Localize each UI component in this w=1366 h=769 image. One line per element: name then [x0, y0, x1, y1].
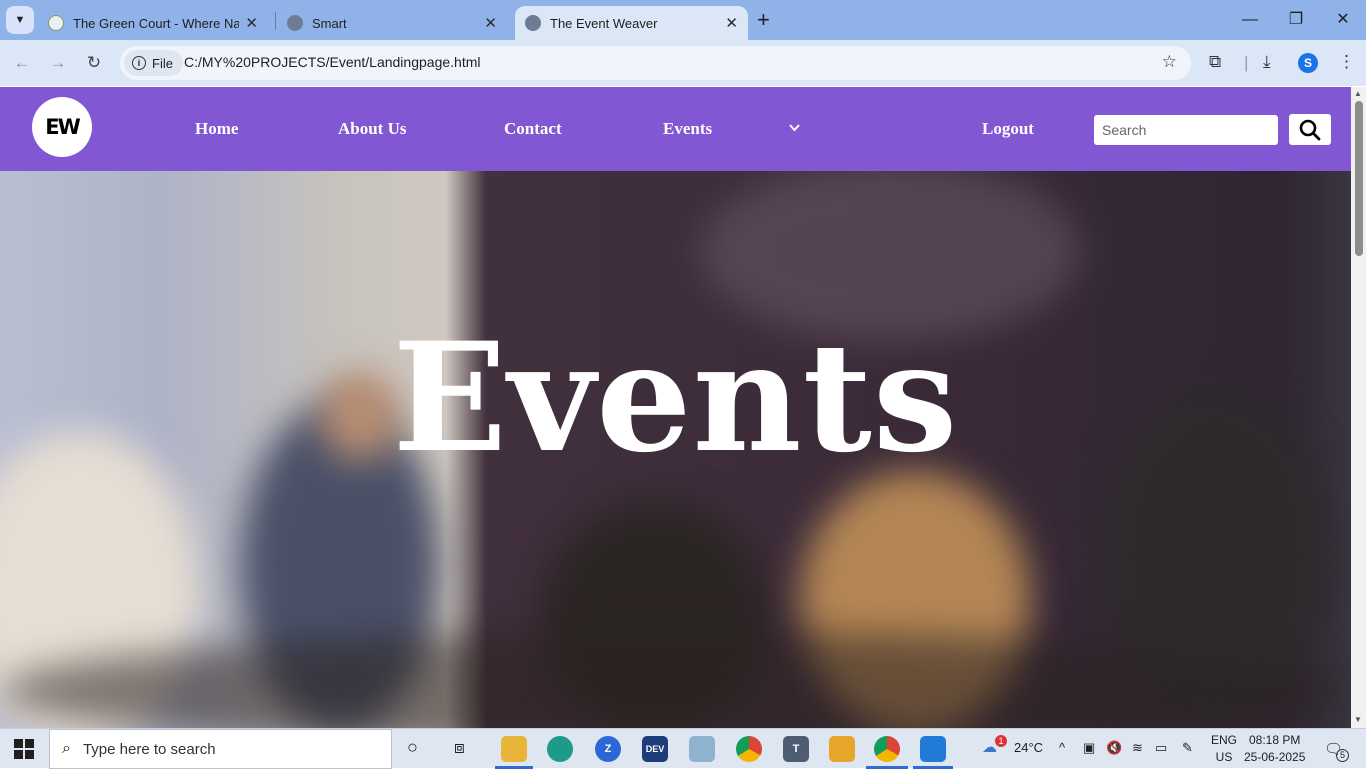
chevron-down-icon: ▼ [14, 14, 26, 26]
taskbar-search-box[interactable]: ⌕ Type here to search [49, 729, 392, 769]
nav-events-dropdown[interactable]: Events [663, 119, 712, 139]
teams-classic-icon[interactable]: T [783, 736, 809, 762]
site-info-chip[interactable]: i File [124, 50, 183, 76]
weather-badge: 1 [995, 735, 1007, 747]
tab-title: The Green Court - Where Natur [73, 15, 240, 31]
notification-count: 5 [1336, 749, 1349, 762]
restore-button[interactable]: ❐ [1273, 6, 1319, 34]
leaf-favicon-icon [48, 15, 64, 31]
globe-favicon-icon [287, 15, 303, 31]
windows-taskbar: ⌕ Type here to search ○ ⧈ Z DEV T ☁ 1 24… [0, 728, 1366, 769]
page-scrollbar[interactable]: ▲ ▼ [1351, 87, 1366, 728]
chrome-browser-icon[interactable] [736, 736, 762, 762]
clock-time: 08:18 PM [1249, 733, 1301, 747]
site-search-input[interactable] [1094, 115, 1278, 145]
battery-icon[interactable]: ▭ [1155, 740, 1167, 756]
tab-event-weaver[interactable]: The Event Weaver ✕ [515, 6, 748, 40]
back-button[interactable]: ← [10, 51, 34, 75]
volume-muted-icon[interactable]: 🔇 [1106, 740, 1122, 756]
clock-date: 25-06-2025 [1244, 750, 1306, 764]
notepad-app-icon[interactable] [689, 736, 715, 762]
edge-browser-icon[interactable] [547, 736, 573, 762]
globe-favicon-icon [525, 15, 541, 31]
language-indicator[interactable]: ENG US [1211, 732, 1237, 766]
nav-logout-link[interactable]: Logout [982, 119, 1034, 139]
forward-button[interactable]: → [46, 51, 70, 75]
taskbar-search-placeholder: Type here to search [82, 740, 216, 758]
scroll-down-icon[interactable]: ▼ [1354, 715, 1362, 724]
browser-tab-strip: ▼ The Green Court - Where Natur ✕ Smart … [0, 0, 1366, 40]
tray-overflow-chevron-icon[interactable]: ^ [1059, 740, 1065, 755]
keyboard-region: US [1215, 750, 1233, 764]
scrollbar-thumb[interactable] [1355, 101, 1363, 256]
site-logo[interactable]: EW [32, 97, 92, 157]
nav-about-link[interactable]: About Us [338, 119, 407, 139]
close-icon[interactable]: ✕ [245, 14, 258, 32]
close-icon[interactable]: ✕ [725, 14, 738, 32]
profile-avatar[interactable]: S [1298, 53, 1318, 73]
menu-kebab-icon[interactable]: ⋮ [1338, 52, 1355, 72]
language-code: ENG [1211, 733, 1238, 747]
windows-start-button[interactable] [14, 739, 34, 759]
hero-title: Events [392, 310, 959, 486]
search-icon [1299, 119, 1321, 140]
bookmark-star-icon[interactable]: ☆ [1162, 52, 1177, 72]
pen-icon[interactable]: ✎ [1182, 740, 1193, 756]
wifi-icon[interactable]: ≋ [1132, 740, 1143, 756]
address-bar[interactable]: i File C:/MY%20PROJECTS/Event/Landingpag… [120, 46, 1191, 80]
taskbar-clock[interactable]: 08:18 PM 25-06-2025 [1244, 732, 1305, 766]
toolbar-divider: | [1244, 53, 1249, 72]
close-icon[interactable]: ✕ [484, 14, 497, 32]
tab-title: The Event Weaver [550, 15, 658, 31]
download-icon[interactable]: ⤓ [1263, 52, 1271, 72]
hero-banner: Events [0, 171, 1351, 728]
tab-smart[interactable]: Smart ✕ [277, 6, 507, 40]
stacked-books-app-icon[interactable] [829, 736, 855, 762]
reload-button[interactable]: ↻ [82, 51, 106, 75]
url-text[interactable]: C:/MY%20PROJECTS/Event/Landingpage.html [184, 54, 480, 70]
vscode-app-icon[interactable] [920, 736, 946, 762]
cortana-circle-icon[interactable]: ○ [407, 737, 418, 758]
info-icon: i [132, 56, 146, 70]
file-chip-label: File [152, 55, 173, 71]
chrome-profile-icon[interactable] [874, 736, 900, 762]
browser-toolbar: ← → ↻ i File C:/MY%20PROJECTS/Event/Land… [0, 40, 1366, 86]
nav-contact-link[interactable]: Contact [504, 119, 562, 139]
site-navbar: EW Home About Us Contact Events Logout [0, 87, 1351, 171]
minimize-button[interactable]: — [1227, 6, 1273, 34]
scroll-up-icon[interactable]: ▲ [1354, 89, 1362, 98]
file-explorer-icon[interactable] [501, 736, 527, 762]
new-tab-button[interactable]: + [757, 8, 770, 32]
nav-home-link[interactable]: Home [195, 119, 238, 139]
web-page: EW Home About Us Contact Events Logout E… [0, 87, 1351, 728]
tab-separator [275, 12, 276, 30]
tab-search-button[interactable]: ▼ [6, 6, 34, 34]
extensions-icon[interactable]: ⧉ [1209, 52, 1221, 72]
tab-green-court[interactable]: The Green Court - Where Natur ✕ [38, 6, 268, 40]
devtoys-app-icon[interactable]: DEV [642, 736, 668, 762]
zoom-app-icon[interactable]: Z [595, 736, 621, 762]
search-button[interactable] [1289, 114, 1331, 145]
meet-now-icon[interactable]: ▣ [1083, 740, 1095, 756]
close-window-button[interactable]: ✕ [1320, 6, 1366, 34]
search-icon: ⌕ [62, 740, 71, 757]
task-view-icon[interactable]: ⧈ [454, 738, 465, 758]
tab-title: Smart [312, 15, 347, 31]
weather-temperature[interactable]: 24°C [1014, 740, 1043, 755]
chevron-down-icon[interactable] [789, 121, 800, 135]
